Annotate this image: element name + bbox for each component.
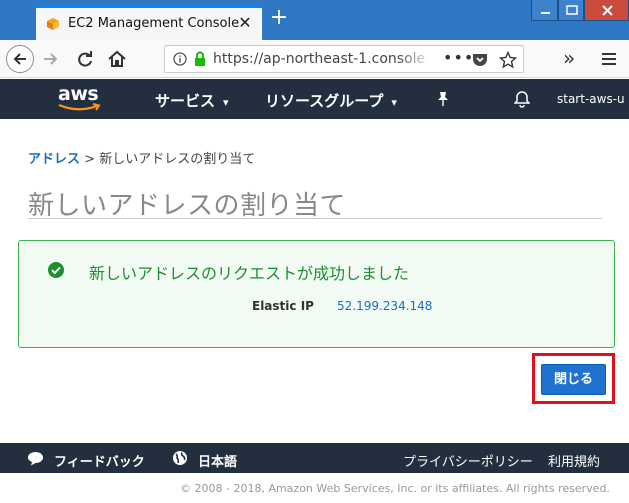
browser-tab[interactable]: EC2 Management Console ✕	[36, 6, 262, 40]
check-circle-icon	[48, 262, 64, 278]
url-bar[interactable]: https://ap-northeast-1.console.aws.amazo…	[164, 45, 524, 73]
overflow-menu-icon[interactable]: »	[563, 46, 575, 70]
forward-arrow-icon[interactable]	[40, 48, 62, 70]
globe-icon	[173, 451, 187, 465]
url-text: https://ap-northeast-1.console.aws.amazo…	[213, 51, 427, 67]
chevron-down-icon: ▾	[223, 96, 229, 109]
elastic-ip-value[interactable]: 52.199.234.148	[337, 299, 432, 313]
copyright-text: © 2008 - 2018, Amazon Web Services, Inc.…	[180, 482, 610, 495]
language-selector[interactable]: 日本語	[198, 451, 237, 470]
hamburger-menu-icon[interactable]	[601, 51, 617, 67]
minimize-icon	[541, 12, 550, 14]
back-button[interactable]	[6, 45, 34, 73]
browser-titlebar: EC2 Management Console ✕ +	[0, 0, 629, 40]
page-actions-icon[interactable]: •••	[443, 48, 474, 67]
maximize-button[interactable]	[558, 0, 584, 21]
terms-of-use-link[interactable]: 利用規約	[548, 451, 600, 470]
bookmark-star-icon[interactable]	[499, 51, 517, 69]
resource-groups-label: リソースグループ	[265, 92, 384, 110]
notification-bell-icon[interactable]	[514, 90, 530, 108]
lock-icon	[195, 51, 205, 66]
elastic-ip-label: Elastic IP	[252, 299, 314, 313]
window-close-button[interactable]	[584, 0, 629, 21]
breadcrumb-separator: >	[80, 152, 100, 167]
services-menu[interactable]: サービス ▾	[155, 90, 229, 111]
success-message: 新しいアドレスのリクエストが成功しました	[89, 264, 410, 283]
window-close-icon	[602, 5, 613, 16]
aws-console-header: aws サービス ▾ リソースグループ ▾ start-aws-u	[0, 79, 629, 119]
privacy-policy-link[interactable]: プライバシーポリシー	[403, 451, 533, 470]
aws-smile-icon	[58, 103, 101, 111]
home-icon[interactable]	[106, 48, 128, 70]
page-title: 新しいアドレスの割り当て	[28, 185, 602, 221]
aws-logo[interactable]: aws	[56, 83, 104, 113]
tab-title: EC2 Management Console	[68, 16, 240, 31]
pocket-icon[interactable]	[471, 51, 489, 69]
back-arrow-icon	[13, 53, 26, 65]
new-tab-button[interactable]: +	[268, 7, 290, 30]
close-button[interactable]: 閉じる	[541, 364, 606, 395]
close-tab-icon[interactable]: ✕	[236, 14, 254, 32]
url-fade	[397, 48, 433, 70]
aws-cube-icon	[47, 18, 59, 30]
info-icon[interactable]	[173, 52, 187, 66]
account-menu[interactable]: start-aws-u	[557, 92, 625, 106]
breadcrumb: アドレス > 新しいアドレスの割り当て	[28, 148, 255, 167]
maximize-icon	[566, 5, 578, 15]
browser-navbar: https://ap-northeast-1.console.aws.amazo…	[0, 40, 629, 78]
feedback-link[interactable]: フィードバック	[54, 451, 145, 470]
services-label: サービス	[155, 92, 216, 110]
console-footer: フィードバック 日本語 プライバシーポリシー 利用規約	[0, 443, 629, 473]
aws-logo-text: aws	[58, 83, 99, 105]
chevron-down-icon: ▾	[391, 96, 397, 109]
breadcrumb-current: 新しいアドレスの割り当て	[99, 152, 256, 167]
success-alert: 新しいアドレスのリクエストが成功しました Elastic IP 52.199.2…	[18, 240, 615, 348]
reload-icon[interactable]	[74, 48, 96, 70]
pin-icon[interactable]	[436, 91, 450, 107]
minimize-button[interactable]	[531, 0, 558, 21]
breadcrumb-link-addresses[interactable]: アドレス	[28, 152, 80, 167]
window-controls	[531, 0, 629, 22]
resource-groups-menu[interactable]: リソースグループ ▾	[265, 90, 397, 111]
speech-bubble-icon	[28, 452, 43, 466]
